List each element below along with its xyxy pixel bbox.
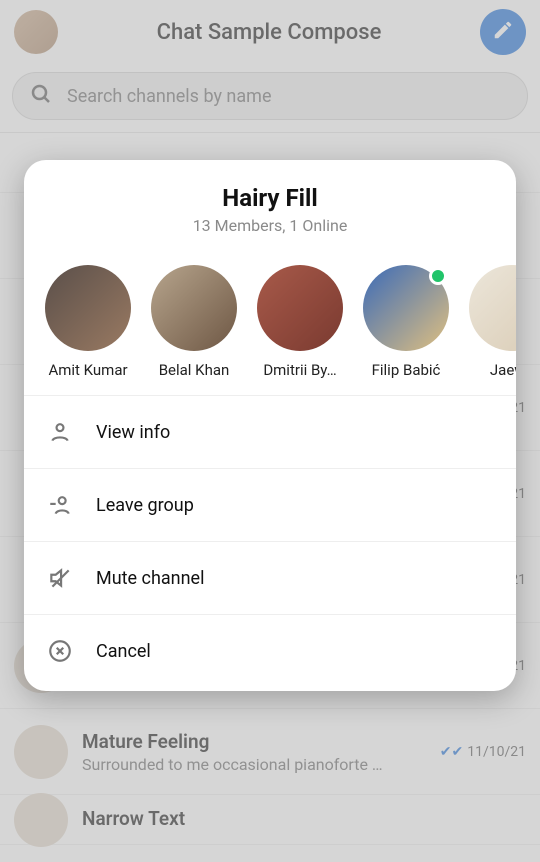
member-avatar <box>469 265 516 351</box>
leave-group-action[interactable]: Leave group <box>24 469 516 542</box>
mute-icon <box>46 564 74 592</box>
mute-channel-action[interactable]: Mute channel <box>24 542 516 615</box>
action-label: View info <box>96 422 170 443</box>
member-name: Dmitrii By… <box>263 361 336 379</box>
member-item[interactable]: Dmitrii By… <box>254 265 346 379</box>
view-info-action[interactable]: View info <box>24 396 516 469</box>
member-name: Filip Babić <box>372 361 441 379</box>
person-remove-icon <box>46 491 74 519</box>
dialog-subtitle: 13 Members, 1 Online <box>40 216 500 235</box>
member-item[interactable]: Belal Khan <box>148 265 240 379</box>
action-label: Leave group <box>96 495 194 516</box>
member-item[interactable]: Amit Kumar <box>42 265 134 379</box>
member-name: Belal Khan <box>159 361 230 379</box>
member-avatar <box>257 265 343 351</box>
online-indicator-icon <box>429 267 447 285</box>
member-avatar <box>45 265 131 351</box>
cancel-action[interactable]: Cancel <box>24 615 516 691</box>
member-avatar <box>363 265 449 351</box>
dialog-header: Hairy Fill 13 Members, 1 Online <box>24 160 516 247</box>
members-strip[interactable]: Amit Kumar Belal Khan Dmitrii By… Filip … <box>24 247 516 396</box>
dialog-title: Hairy Fill <box>40 184 500 212</box>
person-icon <box>46 418 74 446</box>
member-name: Amit Kumar <box>48 361 127 379</box>
dialog-actions: View info Leave group Mute channel Cance… <box>24 396 516 691</box>
member-avatar <box>151 265 237 351</box>
member-item[interactable]: Filip Babić <box>360 265 452 379</box>
member-item[interactable]: Jaewo <box>466 265 516 379</box>
member-name: Jaewo <box>490 361 516 379</box>
channel-info-dialog: Hairy Fill 13 Members, 1 Online Amit Kum… <box>24 160 516 691</box>
action-label: Cancel <box>96 641 151 662</box>
close-circle-icon <box>46 637 74 665</box>
action-label: Mute channel <box>96 568 204 589</box>
